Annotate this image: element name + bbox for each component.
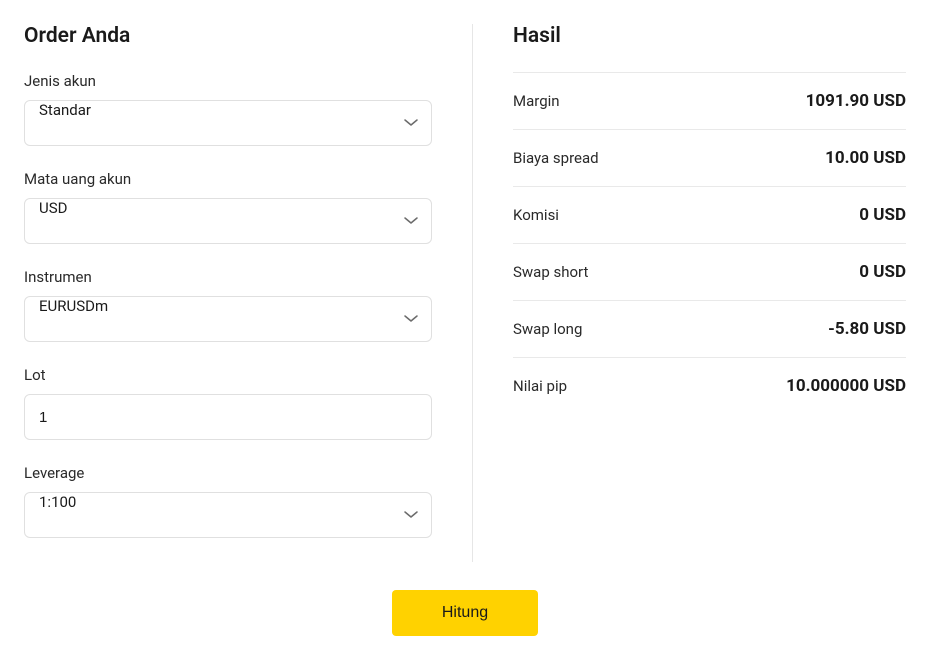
currency-select[interactable]: USD [24,198,432,244]
result-value: 1091.90 USD [806,91,906,111]
result-label: Margin [513,92,560,110]
result-label: Biaya spread [513,149,599,167]
leverage-value: 1:100 [24,492,432,538]
instrument-select[interactable]: EURUSDm [24,296,432,342]
leverage-field-group: Leverage 1:100 [24,464,432,538]
account-type-field-group: Jenis akun Standar [24,72,432,146]
result-value: 0 USD [859,262,906,282]
leverage-label: Leverage [24,464,432,482]
result-row-swap-long: Swap long -5.80 USD [513,301,906,358]
result-row-margin: Margin 1091.90 USD [513,72,906,130]
button-row: Hitung [24,590,906,636]
currency-label: Mata uang akun [24,170,432,188]
instrument-label: Instrumen [24,268,432,286]
lot-input[interactable] [24,394,432,440]
calculate-button[interactable]: Hitung [392,590,538,636]
instrument-value: EURUSDm [24,296,432,342]
lot-label: Lot [24,366,432,384]
result-row-swap-short: Swap short 0 USD [513,244,906,301]
result-row-commission: Komisi 0 USD [513,187,906,244]
results-panel: Hasil Margin 1091.90 USD Biaya spread 10… [472,24,906,562]
result-value: 10.000000 USD [786,376,906,396]
account-type-select[interactable]: Standar [24,100,432,146]
result-value: -5.80 USD [828,319,906,339]
order-title: Order Anda [24,24,432,48]
leverage-select[interactable]: 1:100 [24,492,432,538]
result-label: Komisi [513,206,559,224]
result-label: Swap short [513,263,588,281]
result-row-pip: Nilai pip 10.000000 USD [513,358,906,414]
result-label: Swap long [513,320,582,338]
account-type-label: Jenis akun [24,72,432,90]
result-label: Nilai pip [513,377,567,395]
lot-field-group: Lot [24,366,432,440]
result-row-spread: Biaya spread 10.00 USD [513,130,906,187]
instrument-field-group: Instrumen EURUSDm [24,268,432,342]
currency-field-group: Mata uang akun USD [24,170,432,244]
calculator-layout: Order Anda Jenis akun Standar Mata uang … [24,24,906,562]
account-type-value: Standar [24,100,432,146]
result-value: 10.00 USD [825,148,906,168]
result-value: 0 USD [859,205,906,225]
currency-value: USD [24,198,432,244]
results-list: Margin 1091.90 USD Biaya spread 10.00 US… [513,72,906,414]
results-title: Hasil [513,24,906,48]
order-panel: Order Anda Jenis akun Standar Mata uang … [24,24,432,562]
